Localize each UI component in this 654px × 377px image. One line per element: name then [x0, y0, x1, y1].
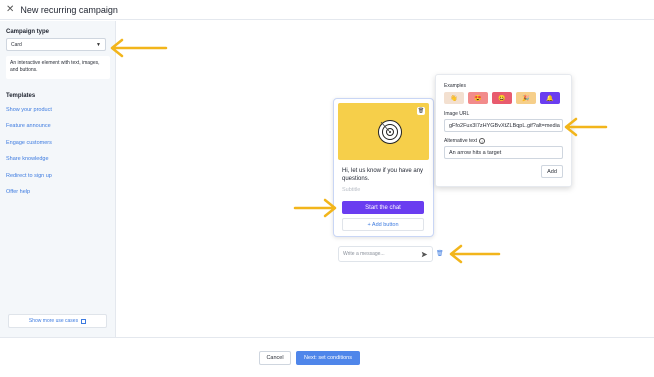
template-feature-announce[interactable]: Feature announce — [6, 118, 109, 135]
template-redirect-to-sign-up[interactable]: Redirect to sign up — [6, 168, 109, 185]
delete-icon[interactable]: 🗑 — [436, 250, 444, 257]
add-button[interactable]: + Add button — [342, 218, 424, 231]
campaign-type-select[interactable]: Card ▼ — [6, 38, 106, 51]
image-url-label: Image URL — [444, 111, 470, 117]
template-show-your-product[interactable]: Show your product — [6, 102, 109, 119]
alt-text-label: Alternative text — [444, 138, 478, 144]
message-placeholder: Write a message... — [343, 251, 385, 257]
templates-heading: Templates — [6, 92, 36, 99]
example-party[interactable]: 🎉 — [516, 92, 536, 104]
card-subtitle[interactable]: Subtitle — [342, 187, 360, 193]
sidebar: Campaign type Card ▼ An interactive elem… — [0, 21, 116, 337]
example-bell[interactable]: 🔔 — [540, 92, 560, 104]
next-set-conditions-button[interactable]: Next: set conditions — [296, 351, 360, 365]
info-icon[interactable]: i — [479, 138, 486, 144]
image-url-field[interactable]: gFfo2Fux3I7zHYGBvXtZLBqpL.gif?alt=media — [444, 119, 563, 132]
send-icon[interactable] — [421, 251, 428, 258]
image-settings-popover: Examples 👋 😍 😀 🎉 🔔 Image URL gFfo2Fux3I7… — [435, 74, 572, 187]
footer-bar: Cancel Next: set conditions — [0, 337, 654, 377]
example-smile[interactable]: 😀 — [492, 92, 512, 104]
alt-text-label-row: Alternative text i — [444, 138, 563, 144]
external-link-icon — [81, 318, 87, 324]
card-title[interactable]: Hi, let us know if you have any question… — [342, 167, 430, 183]
examples-label: Examples — [444, 83, 466, 89]
top-bar: ✕ New recurring campaign — [0, 0, 654, 20]
cancel-button[interactable]: Cancel — [259, 351, 291, 365]
card-preview[interactable]: 🗑 Hi, let us know if you have any questi… — [333, 98, 434, 237]
annotation-arrow-cta — [293, 198, 337, 218]
template-offer-help[interactable]: Offer help — [6, 184, 109, 201]
campaign-type-value: Card — [11, 41, 22, 48]
close-icon[interactable]: ✕ — [6, 4, 14, 15]
alt-text-field[interactable]: An arrow hits a target — [444, 146, 563, 159]
chevron-down-icon: ▼ — [96, 41, 101, 48]
example-wave[interactable]: 👋 — [444, 92, 464, 104]
show-more-use-cases-label: Show more use cases — [28, 318, 79, 324]
annotation-arrow-campaign-type — [110, 38, 168, 58]
message-input[interactable]: Write a message... — [338, 246, 433, 262]
add-image-button[interactable]: Add — [541, 165, 563, 178]
annotation-arrow-delete — [449, 244, 501, 264]
start-chat-button[interactable]: Start the chat — [342, 201, 424, 214]
template-engage-customers[interactable]: Engage customers — [6, 135, 109, 152]
campaign-type-description: An interactive element with text, images… — [6, 56, 110, 79]
campaign-type-label: Campaign type — [6, 29, 50, 35]
target-icon — [378, 120, 402, 144]
card-image[interactable]: 🗑 — [338, 103, 429, 160]
show-more-use-cases-button[interactable]: Show more use cases — [8, 314, 107, 328]
template-share-knowledge[interactable]: Share knowledge — [6, 151, 109, 168]
trash-icon[interactable]: 🗑 — [417, 107, 425, 115]
example-heart-eyes[interactable]: 😍 — [468, 92, 488, 104]
annotation-arrow-image-url — [564, 117, 608, 137]
page-title: New recurring campaign — [20, 4, 118, 15]
